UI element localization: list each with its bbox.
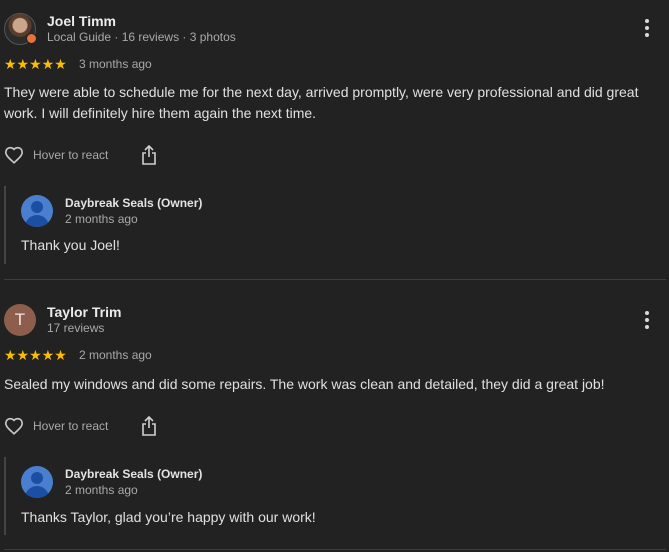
owner-reply-date: 2 months ago xyxy=(65,483,138,497)
reviewer-meta[interactable]: 17 reviews xyxy=(47,321,104,335)
divider xyxy=(4,279,666,280)
reviewer-meta[interactable]: Local Guide · 16 reviews · 3 photos xyxy=(47,30,236,44)
more-vert-icon[interactable] xyxy=(638,17,656,39)
divider xyxy=(4,549,666,550)
more-vert-icon[interactable] xyxy=(638,309,656,331)
reply-bar xyxy=(4,457,6,535)
star-rating: ★★★★★ xyxy=(4,56,67,72)
owner-reply-text: Thank you Joel! xyxy=(21,237,120,253)
share-icon[interactable] xyxy=(141,145,157,165)
heart-icon[interactable] xyxy=(4,417,24,435)
local-guide-badge-icon xyxy=(26,33,37,44)
react-label[interactable]: Hover to react xyxy=(33,419,108,433)
review-text: Sealed my windows and did some repairs. … xyxy=(4,376,605,392)
reply-bar xyxy=(4,186,6,264)
reviewer-name[interactable]: Taylor Trim xyxy=(47,304,121,320)
heart-icon[interactable] xyxy=(4,146,24,164)
star-rating: ★★★★★ xyxy=(4,347,67,363)
share-icon[interactable] xyxy=(141,416,157,436)
review-date: 3 months ago xyxy=(79,57,152,71)
owner-reply-date: 2 months ago xyxy=(65,212,138,226)
person-icon xyxy=(21,195,53,227)
react-label[interactable]: Hover to react xyxy=(33,148,108,162)
reviewer-name[interactable]: Joel Timm xyxy=(47,13,116,29)
owner-name: Daybreak Seals (Owner) xyxy=(65,196,203,210)
owner-reply-text: Thanks Taylor, glad you’re happy with ou… xyxy=(21,509,316,525)
review-text: They were able to schedule me for the ne… xyxy=(4,84,639,121)
person-icon xyxy=(21,466,53,498)
reviewer-avatar[interactable]: T xyxy=(4,304,36,336)
review-date: 2 months ago xyxy=(79,348,152,362)
owner-name: Daybreak Seals (Owner) xyxy=(65,467,203,481)
